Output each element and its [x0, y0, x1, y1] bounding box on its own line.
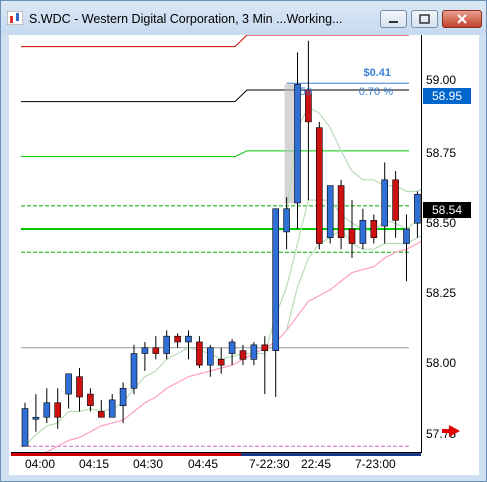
- candle-body-25: [294, 83, 301, 204]
- close-icon: [457, 14, 467, 24]
- candle-body-12: [152, 347, 160, 354]
- candle-body-11: [141, 347, 149, 354]
- price-plot[interactable]: $0.41 0.70 % 59: [11, 35, 422, 453]
- candle-body-36: [414, 193, 421, 224]
- time-axis[interactable]: 04:00 04:15 04:30 04:45 7-22:30 22:45 7-…: [11, 453, 421, 475]
- candle-body-20: [239, 350, 247, 360]
- x-tick-0400: 04:00: [25, 457, 56, 471]
- measure-bars-text: 59: [300, 86, 312, 98]
- candle-body-31: [359, 220, 367, 244]
- x-tick-0445: 04:45: [188, 457, 219, 471]
- candle-body-30: [348, 228, 356, 244]
- x-tick-7-2300: 7-23:00: [355, 457, 396, 471]
- minimize-icon: [389, 21, 398, 23]
- price-axis[interactable]: 59.00 58.75 58.50 58.25 58.00 57.75 58.9…: [422, 35, 479, 452]
- candle-body-14: [174, 335, 181, 343]
- candle-body-17: [207, 347, 214, 366]
- candle-body-32: [370, 220, 378, 239]
- window-title: S.WDC - Western Digital Corporation, 3 M…: [29, 12, 343, 26]
- last-price-label-top: 58.95: [423, 88, 471, 104]
- candle-body-22: [261, 344, 269, 351]
- candle-body-5: [76, 376, 83, 398]
- candle-body-35: [403, 228, 410, 244]
- x-tick-0415: 04:15: [79, 457, 110, 471]
- maximize-button[interactable]: [411, 10, 438, 28]
- level-line-2: [21, 150, 409, 158]
- candle-body-8: [108, 399, 116, 418]
- candle-body-34: [392, 179, 399, 221]
- level-line-1: [21, 89, 409, 103]
- candle-body-1: [32, 416, 40, 420]
- candle-body-33: [381, 179, 389, 227]
- candle-body-6: [87, 393, 94, 406]
- candle-body-2: [43, 402, 51, 418]
- candle-body-7: [98, 411, 105, 418]
- candle-body-13: [163, 335, 170, 354]
- chart-window: S.WDC - Western Digital Corporation, 3 M…: [0, 0, 487, 482]
- maximize-icon: [419, 14, 430, 24]
- y-tick-58-50: 58.50: [426, 216, 457, 230]
- candle-body-4: [65, 373, 72, 395]
- measure-dollar-text: $0.41: [363, 67, 391, 79]
- chart-app-icon: [7, 11, 23, 25]
- y-tick-59-00: 59.00: [426, 73, 457, 87]
- x-tick-7-2230: 7-22:30: [249, 457, 290, 471]
- candle-body-9: [119, 387, 127, 406]
- candle-body-21: [250, 344, 258, 360]
- candle-body-23: [272, 208, 280, 351]
- title-bar[interactable]: S.WDC - Western Digital Corporation, 3 M…: [1, 1, 486, 35]
- measure-pct-text: 0.70 %: [359, 86, 393, 98]
- ma-slow-line: [44, 240, 421, 452]
- candle-body-18: [217, 359, 225, 366]
- x-tick-2245: 22:45: [301, 457, 332, 471]
- candle-body-0: [21, 408, 29, 447]
- y-tick-58-00: 58.00: [426, 356, 457, 370]
- candle-body-24: [283, 208, 290, 233]
- close-button[interactable]: [442, 10, 482, 28]
- candle-body-3: [54, 402, 62, 418]
- envelope-upper-line: [286, 106, 421, 215]
- y-tick-58-25: 58.25: [426, 286, 457, 300]
- candle-body-29: [337, 185, 345, 239]
- scroll-right-arrow-icon[interactable]: [449, 425, 460, 437]
- x-tick-0430: 04:30: [133, 457, 164, 471]
- chart-client-area: $0.41 0.70 % 59 59.00 58.75 58.50 58.25 58…: [9, 35, 479, 475]
- candle-body-28: [326, 185, 334, 239]
- candle-body-27: [315, 127, 323, 244]
- price-chart[interactable]: $0.41 0.70 % 59: [11, 35, 421, 452]
- candle-body-19: [228, 341, 236, 354]
- candle-body-10: [130, 353, 138, 389]
- level-line-0: [21, 35, 409, 48]
- minimize-button[interactable]: [380, 10, 407, 28]
- y-tick-58-75: 58.75: [426, 146, 457, 160]
- candle-body-15: [185, 335, 192, 343]
- candle-body-16: [196, 341, 203, 366]
- last-price-label: 58.54: [423, 202, 471, 218]
